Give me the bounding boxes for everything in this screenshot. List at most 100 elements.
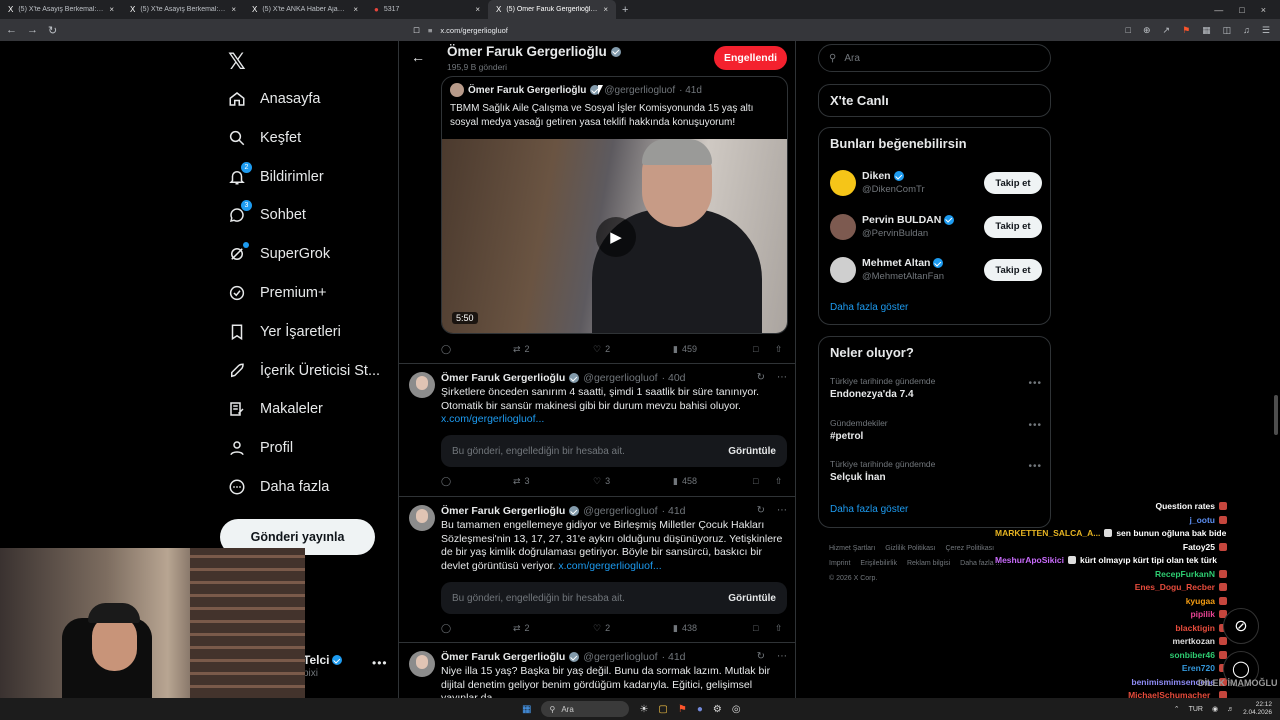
more-icon[interactable]: ••• xyxy=(1028,378,1042,389)
share-icon[interactable]: ⇧ xyxy=(775,344,783,355)
volume-icon[interactable]: ♬ xyxy=(1227,706,1234,713)
views-button[interactable]: ▮ 459 xyxy=(673,344,753,355)
close-icon[interactable]: × xyxy=(109,5,114,14)
browser-tab[interactable]: X (5) X'te Asayiş Berkemal: "İstanbul'da × xyxy=(0,0,122,19)
nav-item-profile[interactable]: Profil xyxy=(228,439,293,457)
reply-icon[interactable]: ◯ xyxy=(441,344,513,355)
grok-icon[interactable]: ↻ xyxy=(757,505,765,516)
extensions-icon[interactable]: ▦ xyxy=(1202,25,1211,36)
author-name[interactable]: Ömer Faruk Gergerlioğlu xyxy=(441,651,565,663)
forward-icon[interactable]: → xyxy=(27,24,38,36)
footer-link[interactable]: Çerez Politikası xyxy=(945,545,994,552)
taskbar-search[interactable]: ⚲ Ara xyxy=(541,701,630,717)
footer-link[interactable]: Hizmet Şartları xyxy=(829,545,875,552)
footer-link[interactable]: Reklam bilgisi xyxy=(907,560,950,567)
footer-link[interactable]: Imprint xyxy=(829,560,850,567)
avatar[interactable] xyxy=(830,170,856,196)
view-button[interactable]: Görüntüle xyxy=(728,446,776,457)
folder-icon[interactable]: ▢ xyxy=(658,704,667,715)
grok-fab-icon[interactable]: ⊘ xyxy=(1223,608,1259,644)
more-icon[interactable]: ••• xyxy=(1028,461,1042,472)
reply-icon[interactable]: ◯ xyxy=(441,623,513,634)
repost-button[interactable]: ⇄ 2 xyxy=(513,623,593,634)
tweet-link[interactable]: x.com/gergerliogluof... xyxy=(441,413,544,425)
browser-tab[interactable]: X (5) Ömer Faruk Gergerlioğlu (@ge × xyxy=(488,0,616,19)
shield-icon[interactable]: ⚑ xyxy=(1182,25,1190,36)
avatar[interactable] xyxy=(409,651,435,677)
chevron-up-icon[interactable]: ⌃ xyxy=(1174,705,1180,713)
blocked-button[interactable]: Engellendi xyxy=(714,46,787,70)
follow-button[interactable]: Takip et xyxy=(984,172,1042,194)
author-name[interactable]: Ömer Faruk Gergerlioğlu xyxy=(441,505,565,517)
steam-icon[interactable]: ⚙ xyxy=(713,704,722,715)
nav-item-bookmark[interactable]: Yer İşaretleri xyxy=(228,323,341,341)
nav-item-bell[interactable]: 2 Bildirimler xyxy=(228,161,324,186)
bookmark-icon[interactable]: □ xyxy=(753,623,775,633)
play-icon[interactable]: ▶ xyxy=(596,217,636,257)
grok-icon[interactable]: ↻ xyxy=(757,372,765,383)
like-button[interactable]: ♡ 2 xyxy=(593,623,673,634)
views-button[interactable]: ▮ 458 xyxy=(673,476,753,487)
new-tab-icon[interactable]: + xyxy=(616,4,634,16)
more-icon[interactable]: ⋯ xyxy=(777,372,787,383)
account-name[interactable]: Telci xyxy=(303,653,343,667)
search-input[interactable]: ⚲ Ara xyxy=(818,44,1051,72)
url-field[interactable]: ☐ ≡ x.com/gergerliogluof xyxy=(413,26,508,35)
repost-button[interactable]: ⇄ 3 xyxy=(513,476,593,487)
nav-item-grok[interactable]: SuperGrok xyxy=(228,242,330,263)
nav-item-home[interactable]: Anasayfa xyxy=(228,90,320,108)
nav-item-chat[interactable]: 3 Sohbet xyxy=(228,200,306,224)
url-text[interactable]: x.com/gergerliogluof xyxy=(440,26,508,35)
wallet-icon[interactable]: ◫ xyxy=(1223,25,1232,36)
avatar[interactable] xyxy=(830,257,856,283)
reply-icon[interactable]: ◯ xyxy=(441,476,513,487)
avatar[interactable] xyxy=(830,213,856,240)
author-name[interactable]: Ömer Faruk Gergerlioğlu xyxy=(441,372,565,384)
account-more-icon[interactable]: ••• xyxy=(372,656,388,670)
footer-link[interactable]: Erişilebilirlik xyxy=(860,560,897,567)
nav-item-search[interactable]: Keşfet xyxy=(228,129,301,147)
quoted-post[interactable]: Ömer Faruk Gergerlioğlu @gergerliogluof … xyxy=(441,76,788,334)
view-button[interactable]: Görüntüle xyxy=(728,593,776,604)
follow-button[interactable]: Takip et xyxy=(984,215,1042,238)
site-info-icon[interactable]: ≡ xyxy=(428,26,432,35)
live-card[interactable]: X'te Canlı xyxy=(818,84,1051,117)
brave-icon[interactable]: ⚑ xyxy=(678,704,687,715)
zoom-icon[interactable]: ⊕ xyxy=(1143,25,1151,36)
reload-icon[interactable]: ↻ xyxy=(48,24,57,37)
footer-link[interactable]: Gizlilik Politikası xyxy=(885,545,935,552)
like-button[interactable]: ♡ 3 xyxy=(593,476,673,487)
language-indicator[interactable]: TUR xyxy=(1189,706,1203,713)
share-icon[interactable]: ⇧ xyxy=(775,476,783,487)
browser-tab[interactable]: ● 5317 × xyxy=(366,0,488,19)
widgets-icon[interactable]: ☀ xyxy=(639,704,648,715)
screen-icon[interactable]: □ xyxy=(1126,25,1131,36)
more-icon[interactable]: ••• xyxy=(1028,420,1042,431)
network-icon[interactable]: ◉ xyxy=(1212,705,1218,713)
footer-link[interactable]: © 2026 X Corp. xyxy=(829,575,877,582)
minimize-icon[interactable]: — xyxy=(1214,5,1223,15)
views-button[interactable]: ▮ 438 xyxy=(673,623,753,634)
tweet-link[interactable]: x.com/gergerliogluof... xyxy=(558,560,661,572)
show-more-link[interactable]: Daha fazla göster xyxy=(830,504,908,515)
repost-button[interactable]: ⇄ 2 xyxy=(513,344,593,355)
video-player[interactable]: ▶ 5:50 xyxy=(442,139,787,333)
bookmark-page-icon[interactable]: ☐ xyxy=(413,26,420,35)
nav-item-more[interactable]: Daha fazla xyxy=(228,478,329,496)
maximize-icon[interactable]: □ xyxy=(1239,5,1244,15)
follow-button[interactable]: Takip et xyxy=(984,259,1042,281)
bookmark-icon[interactable]: □ xyxy=(753,344,775,354)
more-icon[interactable]: ⋯ xyxy=(777,651,787,662)
close-icon[interactable]: × xyxy=(231,5,236,14)
close-icon[interactable]: × xyxy=(353,5,358,14)
close-window-icon[interactable]: × xyxy=(1261,5,1266,15)
x-logo-icon[interactable]: 𝕏 xyxy=(228,49,246,75)
suggestion-item[interactable]: Pervin BULDAN @PervinBuldan Takip et xyxy=(830,212,1042,244)
bookmark-icon[interactable]: □ xyxy=(753,476,775,486)
back-icon[interactable]: ← xyxy=(6,24,17,36)
avatar[interactable] xyxy=(409,505,435,531)
close-icon[interactable]: × xyxy=(603,5,608,14)
share-icon[interactable]: ↗ xyxy=(1163,25,1171,36)
trend-item[interactable]: Gündemdekiler #petrol ••• xyxy=(830,418,1042,442)
music-icon[interactable]: ♫ xyxy=(1243,25,1250,36)
